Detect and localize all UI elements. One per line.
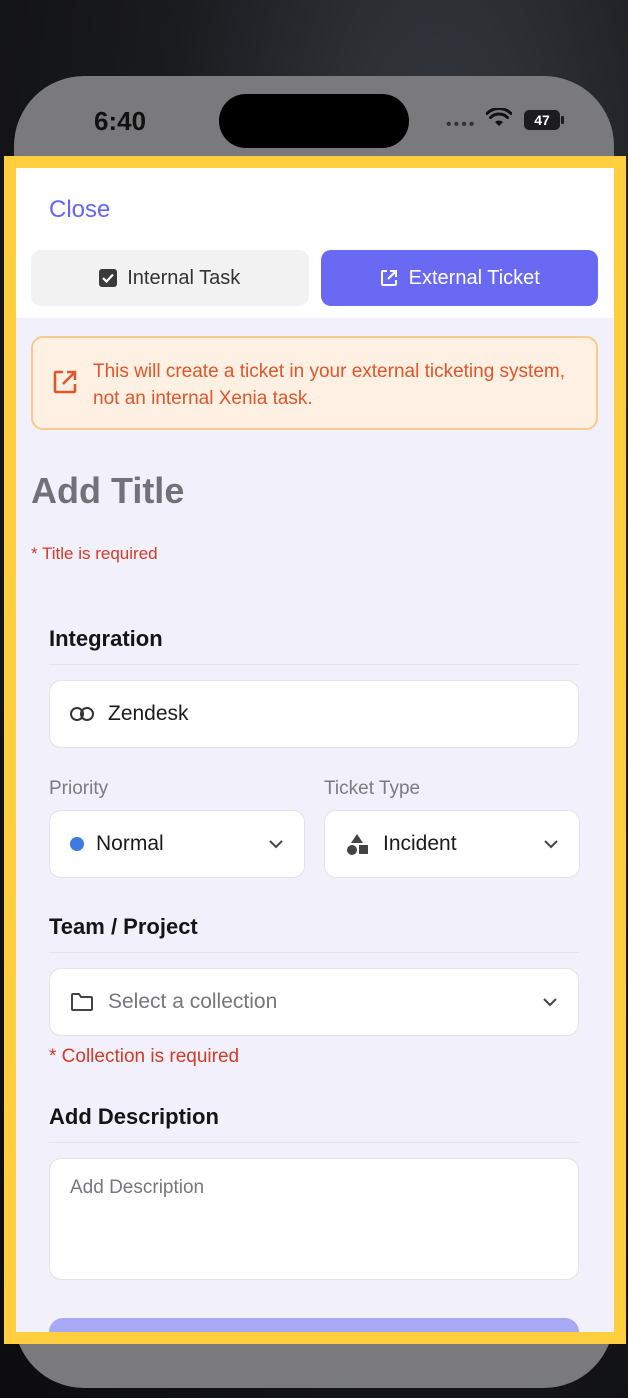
chevron-down-icon: [543, 998, 557, 1007]
submit-button[interactable]: [49, 1318, 579, 1332]
signal-icon: ••••: [446, 116, 477, 133]
ticket-type-label: Ticket Type: [324, 778, 421, 799]
external-link-icon: [53, 370, 77, 394]
status-time: 6:40: [94, 106, 147, 136]
wifi-icon: [486, 108, 512, 126]
notice-text: This will create a ticket in your extern…: [93, 361, 566, 409]
collection-error: * Collection is required: [49, 1046, 240, 1067]
integration-field[interactable]: Zendesk: [49, 680, 579, 748]
integration-value: Zendesk: [108, 702, 189, 725]
modal-header: Close Internal Task External Ticket: [16, 168, 614, 318]
chevron-down-icon: [544, 840, 558, 849]
checkbox-icon: [99, 269, 118, 287]
description-textarea[interactable]: Add Description: [49, 1158, 579, 1280]
divider: [49, 1142, 579, 1143]
ticket-type-tabs: Internal Task External Ticket: [31, 250, 598, 306]
chevron-down-icon: [269, 840, 283, 849]
title-error: * Title is required: [31, 544, 158, 563]
integration-label: Integration: [49, 626, 163, 651]
shapes-icon: [347, 834, 368, 855]
folder-icon: [71, 993, 93, 1011]
priority-label: Priority: [49, 778, 109, 799]
external-ticket-notice: This will create a ticket in your extern…: [31, 336, 598, 430]
close-button[interactable]: Close: [49, 196, 110, 224]
priority-select[interactable]: Normal: [49, 810, 305, 878]
dynamic-island: [219, 94, 409, 148]
modal-highlight-frame: Close Internal Task External Ticket This…: [4, 156, 626, 1344]
status-bar: 6:40 •••• 47: [14, 76, 614, 168]
team-project-label: Team / Project: [49, 914, 198, 939]
tab-label: External Ticket: [408, 266, 540, 289]
title-input[interactable]: Add Title: [31, 470, 184, 512]
battery-icon: 47: [524, 110, 564, 130]
priority-value: Normal: [96, 832, 164, 855]
description-label: Add Description: [49, 1104, 219, 1129]
ticket-type-select[interactable]: Incident: [324, 810, 580, 878]
tab-external-ticket[interactable]: External Ticket: [320, 250, 598, 306]
divider: [49, 952, 579, 953]
divider: [49, 664, 579, 665]
collection-placeholder: Select a collection: [108, 990, 278, 1013]
collection-select[interactable]: Select a collection: [49, 968, 579, 1036]
priority-dot-icon: [70, 837, 84, 851]
tab-internal-task[interactable]: Internal Task: [31, 250, 309, 306]
external-link-icon: [380, 270, 397, 286]
link-icon: [70, 707, 94, 721]
ticket-type-value: Incident: [383, 832, 457, 855]
tab-label: Internal Task: [127, 266, 241, 289]
